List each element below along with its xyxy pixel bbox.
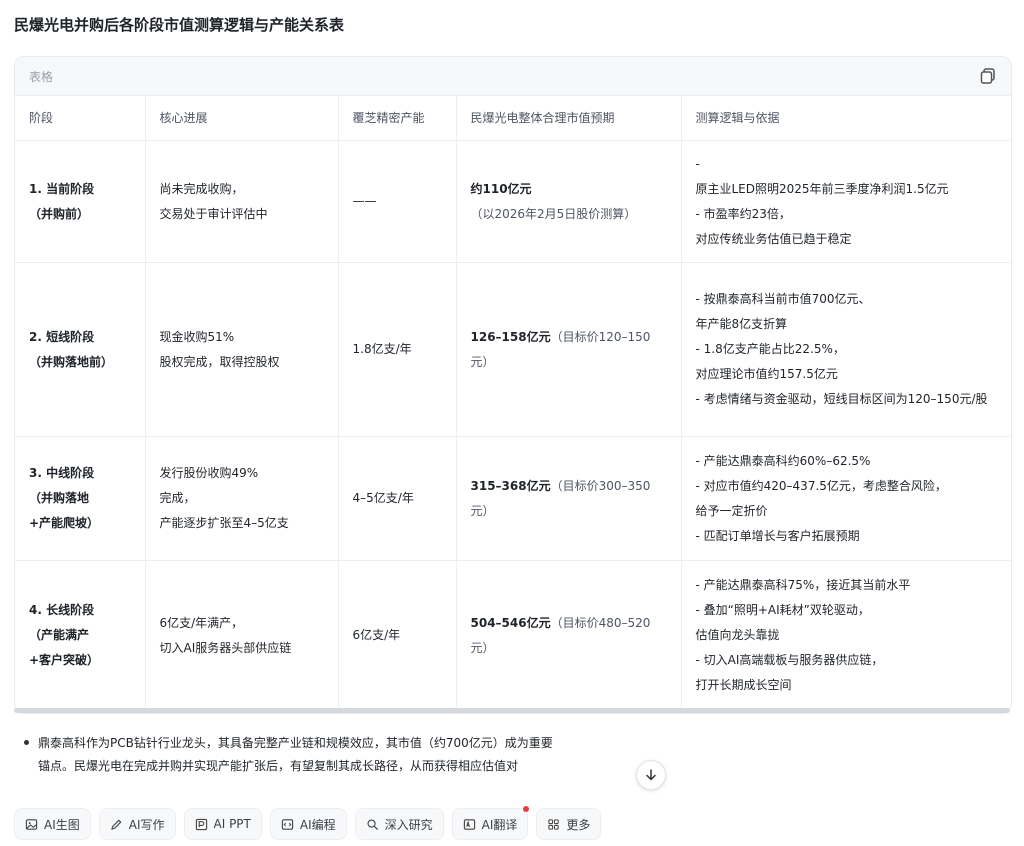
capacity-cell: 6亿支/年 (338, 560, 457, 711)
notification-dot (523, 806, 530, 812)
deep-research-button[interactable]: 深入研究 (354, 808, 444, 840)
progress-cell: 现金收购51% 股权完成，取得控股权 (145, 262, 339, 437)
progress-cell: 发行股份收购49% 完成， 产能逐步扩张至4–5亿支 (145, 436, 339, 561)
table-row: 3. 中线阶段 （并购落地 +产能爬坡） 发行股份收购49% 完成， 产能逐步扩张至4–… (15, 436, 1011, 561)
note-line-1: 鼎泰高科作为PCB钻针行业龙头，其具备完整产业链和规模效应，其市值（约700亿元… (38, 736, 553, 750)
pen-icon (111, 819, 121, 830)
stage-cell: 2. 短线阶段 （并购落地前） (15, 262, 146, 437)
arrow-down-icon (646, 769, 656, 781)
table-row: 1. 当前阶段 （并购前） 尚未完成收购， 交易处于审计评估中 —— 约110亿元（… (15, 140, 1011, 263)
translate-icon (463, 818, 475, 830)
col-header-value: 民爆光电整体合理市值预期 (456, 96, 682, 141)
copy-icon[interactable] (979, 67, 997, 85)
ai-image-button[interactable]: AI生图 (14, 808, 91, 840)
code-icon (281, 818, 294, 830)
image-icon (25, 818, 38, 830)
col-header-progress: 核心进展 (145, 96, 339, 141)
progress-cell: 6亿支/年满产， 切入AI服务器头部供应链 (145, 560, 339, 711)
note-line-2: 锚点。民爆光电在完成并购并实现产能扩张后，有望复制其成长路径，从而获得相应估值对 (38, 759, 519, 773)
stage-cell: 4. 长线阶段 （产能满产 +客户突破） (15, 560, 146, 711)
scroll-to-bottom-button[interactable] (636, 760, 666, 790)
table-card-header: 表格 (15, 57, 1011, 96)
page-title: 民爆光电并购后各阶段市值测算逻辑与产能关系表 (14, 16, 345, 34)
table-horizontal-scrollbar[interactable] (14, 708, 1010, 713)
research-icon (367, 818, 378, 830)
valuation-table: 阶段 核心进展 覆芝精密产能 民爆光电整体合理市值预期 测算逻辑与依据 1. 当… (15, 96, 1011, 711)
value-cell: 126–158亿元（目标价120–150元） (456, 262, 682, 437)
col-header-capacity: 覆芝精密产能 (338, 96, 457, 141)
logic-cell: - 产能达鼎泰高科约60%–62.5% - 对应市值约420–437.5亿元，考虑… (681, 436, 1011, 561)
ai-translate-button[interactable]: AI翻译 (451, 806, 530, 840)
ai-ppt-button[interactable]: AI PPT (183, 808, 262, 840)
more-grid-icon (548, 818, 560, 830)
table-header-row: 阶段 核心进展 覆芝精密产能 民爆光电整体合理市值预期 测算逻辑与依据 (15, 96, 1011, 141)
table-card: 表格 阶段 核心进展 覆芝精密产能 民爆光电整体合理市值预期 测算逻辑与依据 1 (14, 56, 1012, 714)
stage-cell: 1. 当前阶段 （并购前） (15, 140, 146, 263)
ai-toolbar: AI生图 AI写作 AI PPT AI编程 深入研究 AI翻译 更多 (14, 806, 602, 840)
capacity-cell: —— (338, 140, 457, 263)
value-cell: 315–368亿元（目标价300–350元） (456, 436, 682, 561)
value-cell: 504–546亿元（目标价480–520元） (456, 560, 682, 711)
ppt-icon (195, 818, 207, 830)
more-button[interactable]: 更多 (536, 808, 602, 840)
table-row: 2. 短线阶段 （并购落地前） 现金收购51% 股权完成，取得控股权 1.8亿支/年… (15, 262, 1011, 437)
table-row: 4. 长线阶段 （产能满产 +客户突破） 6亿支/年满产， 切入AI服务器头部供应链 … (15, 560, 1011, 711)
logic-cell: - 原主业LED照明2025年前三季度净利润1.5亿元 - 市盈率约23倍， 对应传统… (681, 140, 1011, 263)
col-header-stage: 阶段 (15, 96, 146, 141)
logic-cell: - 按鼎泰高科当前市值700亿元、 年产能8亿支折算 - 1.8亿支产能占比22.5… (681, 262, 1011, 437)
content-fade (14, 776, 1010, 794)
capacity-cell: 1.8亿支/年 (338, 262, 457, 437)
ai-coding-button[interactable]: AI编程 (269, 808, 347, 840)
progress-cell: 尚未完成收购， 交易处于审计评估中 (145, 140, 339, 263)
logic-cell: - 产能达鼎泰高科75%，接近其当前水平 - 叠加“照明+AI耗材”双轮驱动， 估值… (681, 560, 1011, 711)
bullet-dot (24, 740, 29, 745)
value-cell: 约110亿元 （以2026年2月5日股价测算） (456, 140, 682, 263)
col-header-logic: 测算逻辑与依据 (681, 96, 1011, 141)
capacity-cell: 4–5亿支/年 (338, 436, 457, 561)
ai-writing-button[interactable]: AI写作 (98, 808, 176, 840)
table-label: 表格 (29, 70, 54, 84)
stage-cell: 3. 中线阶段 （并购落地 +产能爬坡） (15, 436, 146, 561)
